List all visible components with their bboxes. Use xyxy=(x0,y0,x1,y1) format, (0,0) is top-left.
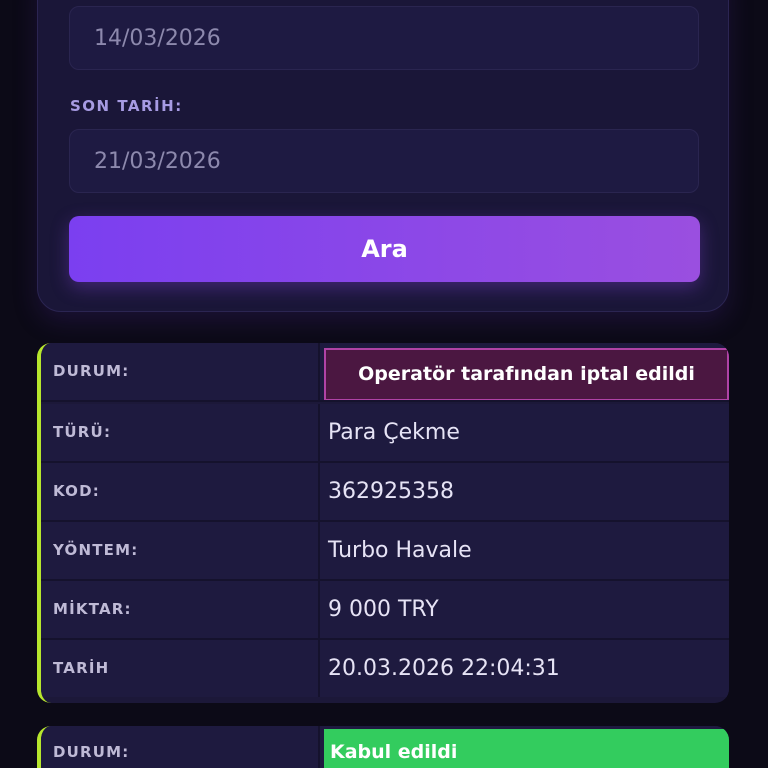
code-value: 362925358 xyxy=(328,479,454,504)
date-label: TARİH xyxy=(53,659,110,677)
row-divider xyxy=(41,400,729,402)
code-row: KOD: 362925358 xyxy=(41,463,729,522)
status-badge-accepted: Kabul edildi xyxy=(324,729,729,768)
transaction-card: DURUM: Operatör tarafından iptal edildi … xyxy=(37,343,729,703)
amount-value: 9 000 TRY xyxy=(328,597,439,622)
type-label: TÜRÜ: xyxy=(53,423,112,441)
date-value: 20.03.2026 22:04:31 xyxy=(328,656,560,681)
code-label: KOD: xyxy=(53,482,100,500)
status-label: DURUM: xyxy=(53,362,130,380)
method-row: YÖNTEM: Turbo Havale xyxy=(41,522,729,581)
status-row: DURUM: Operatör tarafından iptal edildi xyxy=(41,343,729,402)
amount-label: MİKTAR: xyxy=(53,600,132,618)
end-date-input[interactable]: 21/03/2026 xyxy=(69,129,699,193)
date-row: TARİH 20.03.2026 22:04:31 xyxy=(41,640,729,699)
transaction-card: DURUM: Kabul edildi xyxy=(37,726,729,768)
method-value: Turbo Havale xyxy=(328,538,472,563)
status-badge-cancelled: Operatör tarafından iptal edildi xyxy=(324,348,729,401)
transaction-history-page: 14/03/2026 SON TARİH: 21/03/2026 Ara DUR… xyxy=(0,0,768,768)
status-row: DURUM: Kabul edildi xyxy=(41,726,729,768)
search-button[interactable]: Ara xyxy=(69,216,700,282)
status-label: DURUM: xyxy=(53,743,130,761)
end-date-label: SON TARİH: xyxy=(70,97,183,115)
date-filter-card: 14/03/2026 SON TARİH: 21/03/2026 Ara xyxy=(37,0,729,312)
amount-row: MİKTAR: 9 000 TRY xyxy=(41,581,729,640)
type-value: Para Çekme xyxy=(328,420,460,445)
start-date-input[interactable]: 14/03/2026 xyxy=(69,6,699,70)
type-row: TÜRÜ: Para Çekme xyxy=(41,404,729,463)
method-label: YÖNTEM: xyxy=(53,541,139,559)
